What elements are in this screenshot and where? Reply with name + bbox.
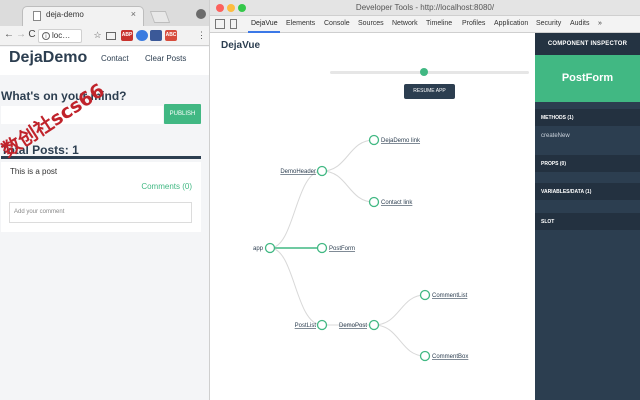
tree-link xyxy=(373,294,426,326)
address-text: loc… xyxy=(52,31,71,40)
tree-node-contact-link[interactable] xyxy=(368,196,380,208)
tab-audits[interactable]: Audits xyxy=(570,20,589,27)
more-tabs-button[interactable]: » xyxy=(598,20,602,27)
tree-label-demopost[interactable]: DemoPost xyxy=(339,323,367,329)
tree-node-postlist[interactable] xyxy=(316,319,328,331)
comment-input[interactable]: Add your comment xyxy=(9,202,192,223)
tree-label-postform[interactable]: PostForm xyxy=(329,246,355,252)
tree-node-postform[interactable] xyxy=(316,242,328,254)
tree-label-demoheader[interactable]: DemoHeader xyxy=(280,169,316,175)
info-icon[interactable]: i xyxy=(42,32,50,40)
nav-link-clear-posts[interactable]: Clear Posts xyxy=(145,54,186,63)
inspector-header: COMPONENT INSPECTOR xyxy=(535,33,640,55)
tab-security[interactable]: Security xyxy=(536,20,561,27)
tree-node-demoheader[interactable] xyxy=(316,165,328,177)
tree-link xyxy=(373,324,426,357)
address-bar[interactable]: i loc… xyxy=(38,29,82,43)
comments-link[interactable]: Comments (0) xyxy=(141,182,192,191)
reload-button[interactable]: C xyxy=(26,29,38,40)
method-item: createNew xyxy=(541,133,570,139)
new-tab-button[interactable] xyxy=(149,11,171,23)
tree-label-commentbox[interactable]: CommentBox xyxy=(432,354,468,360)
browser-window: deja-demo × ← → C i loc… ☆ ABP ABC ⋮ Dej… xyxy=(0,0,210,400)
props-section[interactable]: PROPS (0) xyxy=(535,155,640,172)
tree-link xyxy=(321,139,375,172)
extension-icon-navy[interactable] xyxy=(150,30,162,41)
tree-label-contact-link[interactable]: Contact link xyxy=(381,200,413,206)
profile-icon[interactable] xyxy=(196,9,206,19)
component-inspector: COMPONENT INSPECTOR PostForm METHODS (1)… xyxy=(535,33,640,400)
tree-node-dejademo-link[interactable] xyxy=(368,134,380,146)
tab-close-icon[interactable]: × xyxy=(131,9,136,19)
extension-icon-red[interactable]: ABC xyxy=(165,30,177,41)
cast-icon[interactable] xyxy=(106,32,116,40)
post-text: This is a post xyxy=(10,167,58,176)
variables-section[interactable]: VARIABLES/DATA (1) xyxy=(535,183,640,200)
divider xyxy=(1,156,201,159)
browser-tab[interactable]: deja-demo × xyxy=(22,6,144,26)
brand-logo[interactable]: DejaDemo xyxy=(9,49,87,67)
extension-icon-blue[interactable] xyxy=(136,30,148,41)
tree-node-commentbox[interactable] xyxy=(419,350,431,362)
tab-title: deja-demo xyxy=(46,10,84,19)
methods-section[interactable]: METHODS (1) xyxy=(535,109,640,126)
tree-label-app[interactable]: app xyxy=(253,246,264,252)
tree-node-app[interactable] xyxy=(264,242,276,254)
tree-label-dejademo-link[interactable]: DejaDemo link xyxy=(381,138,421,144)
adblock-extension-icon[interactable]: ABP xyxy=(121,30,133,41)
tree-link xyxy=(321,170,375,203)
browser-tabstrip: deja-demo × xyxy=(0,0,209,26)
publish-button[interactable]: PUBLISH xyxy=(164,104,201,124)
component-tree: app DemoHeader DejaDemo link Contact lin… xyxy=(253,134,468,362)
tree-node-commentlist[interactable] xyxy=(419,289,431,301)
tree-link xyxy=(269,247,323,326)
nav-link-contact[interactable]: Contact xyxy=(101,54,129,63)
post-card: This is a post Comments (0) Add your com… xyxy=(1,162,201,232)
back-button[interactable]: ← xyxy=(3,29,15,40)
bookmark-star-icon[interactable]: ☆ xyxy=(92,30,103,41)
inspected-component-name: PostForm xyxy=(535,55,640,102)
tree-node-demopost[interactable] xyxy=(368,319,380,331)
tree-link xyxy=(269,170,323,249)
document-icon xyxy=(33,11,41,21)
tree-label-postlist[interactable]: PostList xyxy=(295,323,317,329)
app-header: DejaDemo Contact Clear Posts xyxy=(0,47,209,75)
slot-section[interactable]: SLOT xyxy=(535,213,640,230)
devtools-window: Developer Tools - http://localhost:8080/… xyxy=(210,0,640,400)
browser-toolbar: ← → C i loc… ☆ ABP ABC ⋮ xyxy=(0,26,209,46)
tree-label-commentlist[interactable]: CommentList xyxy=(432,293,468,299)
browser-menu-icon[interactable]: ⋮ xyxy=(196,30,207,41)
